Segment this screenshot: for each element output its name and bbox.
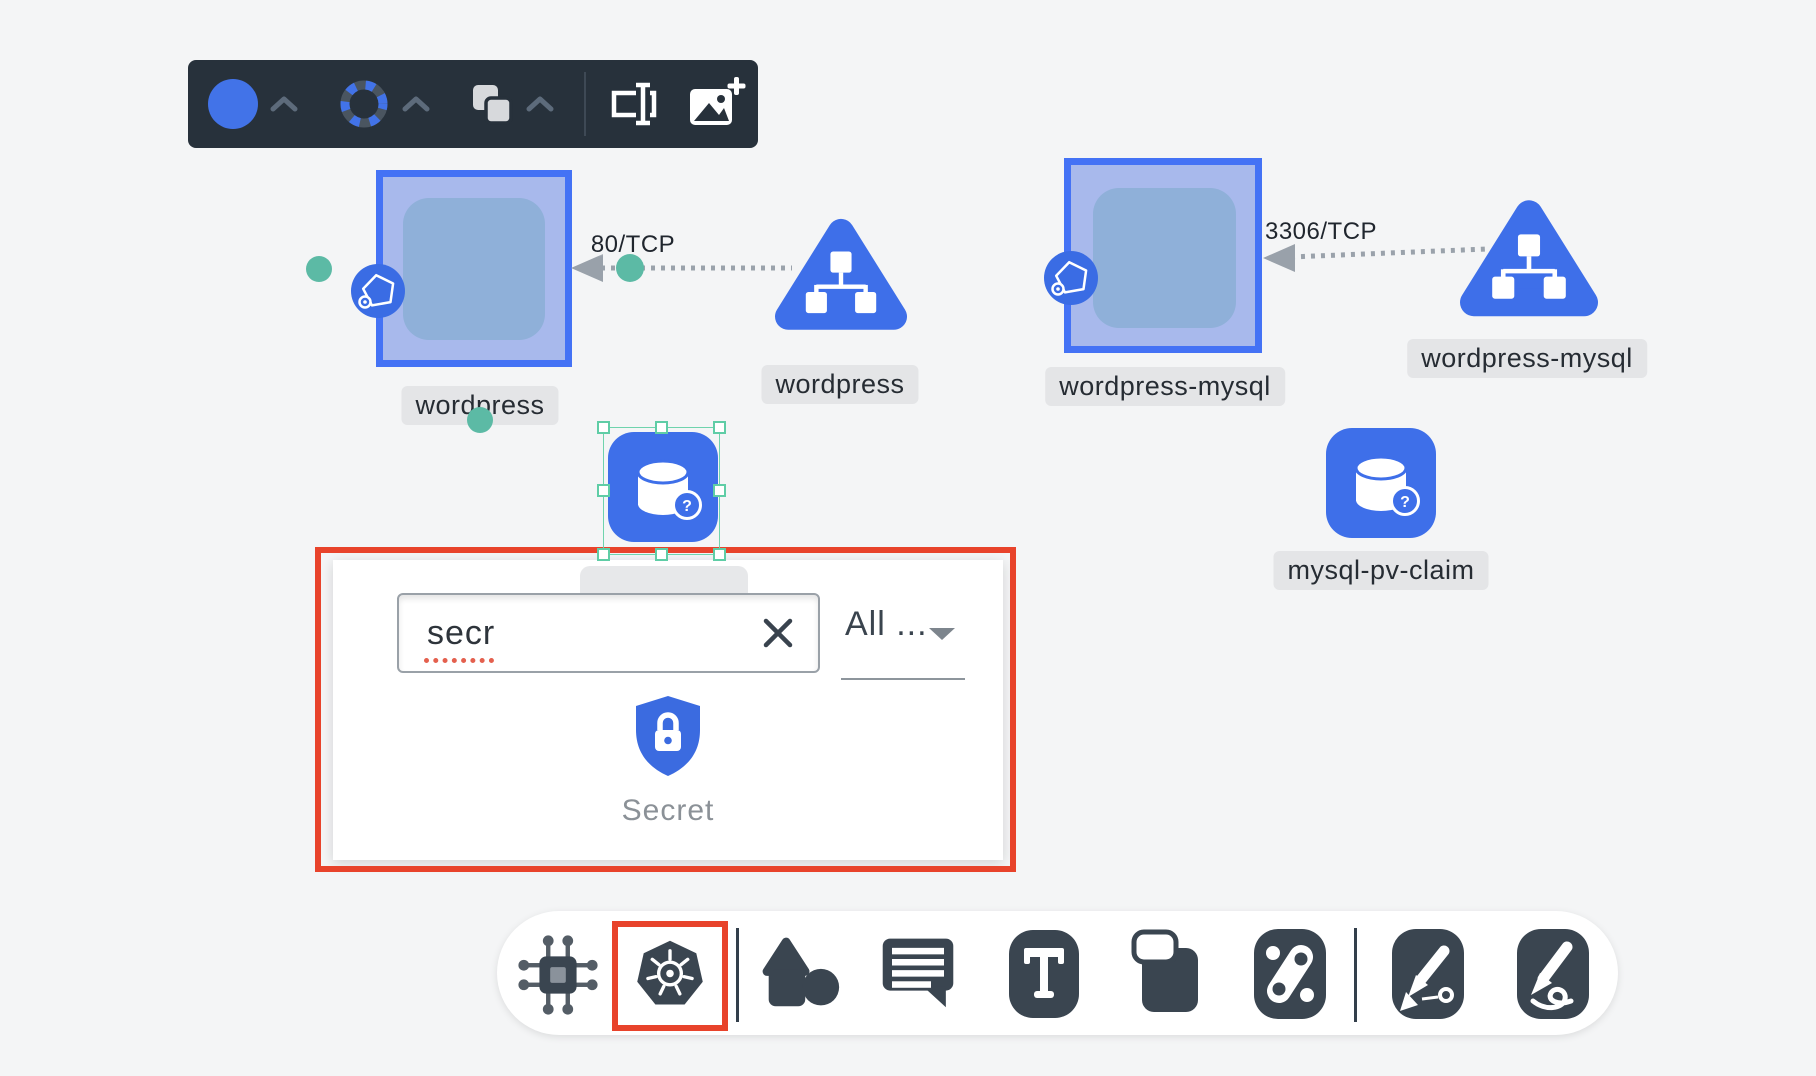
selection-handle[interactable] [597,421,610,434]
freehand-pen-tool-icon[interactable] [1517,929,1589,1019]
selection-handle[interactable] [713,548,726,561]
stroke-style-button[interactable] [338,78,390,130]
selection-handle[interactable] [655,421,668,434]
category-filter-dropdown[interactable]: All ... [845,605,928,644]
chevron-up-icon [402,95,430,113]
selection-handle[interactable] [597,548,610,561]
pod-shape[interactable] [403,198,545,340]
connector-dot[interactable] [306,256,332,282]
smart-pen-tool-icon[interactable] [1392,929,1464,1019]
selection-handle[interactable] [655,548,668,561]
edge-label: 3306/TCP [1265,218,1377,246]
layers-button[interactable] [470,82,514,126]
deployment-badge-icon[interactable] [350,263,406,319]
add-image-icon [688,77,746,131]
secret-result-label[interactable]: Secret [622,794,715,828]
chevron-up-icon [526,95,554,113]
pod-shape[interactable] [1093,188,1236,328]
fill-color-swatch-icon [208,79,258,129]
link-tool-icon[interactable] [1254,929,1326,1019]
comment-tool-icon[interactable] [879,933,957,1011]
palette-divider [1354,928,1357,1022]
style-toolbar [188,60,758,148]
fill-style-button[interactable] [188,79,258,129]
selection-box[interactable] [603,427,720,555]
node-label[interactable]: wordpress-mysql [1407,339,1647,378]
stroke-style-expander[interactable] [402,95,430,113]
shapes-tool-icon[interactable] [758,935,842,1015]
add-image-button[interactable] [688,77,746,131]
microchip-tool-icon[interactable] [515,932,601,1018]
dropdown-chevron-icon[interactable] [929,628,955,640]
layers-icon [470,82,514,126]
connector-dot[interactable] [616,254,644,282]
svg-text:?: ? [1400,494,1410,511]
selection-handle[interactable] [713,484,726,497]
text-tool-icon[interactable] [1009,930,1079,1018]
clear-search-icon[interactable] [760,615,796,651]
selection-handle[interactable] [597,484,610,497]
rename-icon [608,81,660,127]
selection-handle[interactable] [713,421,726,434]
wordpress-mysql-service-icon[interactable] [1458,192,1600,330]
resource-search-input[interactable] [397,593,820,673]
layers-expander[interactable] [526,95,554,113]
deployment-badge-icon[interactable] [1043,250,1099,306]
kubernetes-tool-highlight [612,921,728,1031]
dropdown-underline [841,678,965,680]
frame-tool-icon[interactable] [1130,928,1206,1020]
secret-result-icon[interactable] [632,694,704,778]
mysql-pv-claim-icon[interactable]: ? [1325,428,1437,538]
toolbar-divider [584,72,586,136]
node-label[interactable]: wordpress-mysql [1045,367,1285,406]
rename-button[interactable] [608,81,660,127]
node-label[interactable]: mysql-pv-claim [1273,551,1488,590]
node-label[interactable]: wordpress [761,365,918,404]
connector-dot[interactable] [467,407,493,433]
chevron-up-icon [270,95,298,113]
dashed-ring-icon [338,78,390,130]
fill-style-expander[interactable] [270,95,298,113]
diagram-canvas[interactable]: { "colors": { "primary_blue": "#3e6fe9",… [0,0,1816,1076]
palette-divider [736,928,739,1022]
wordpress-service-icon[interactable] [775,208,907,346]
